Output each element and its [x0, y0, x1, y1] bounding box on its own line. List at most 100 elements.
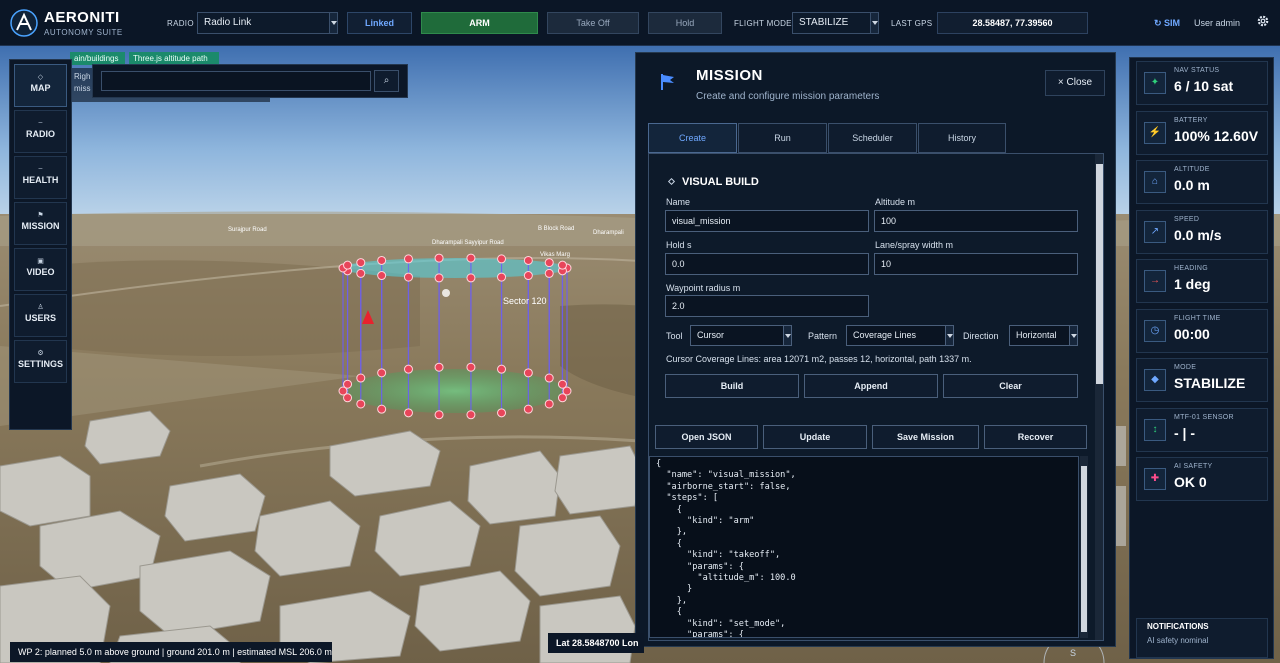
waypoint-marker[interactable] [466, 273, 476, 283]
arm-button[interactable]: ARM [421, 12, 538, 34]
waypoint-marker[interactable] [377, 255, 387, 265]
sim-toggle[interactable]: ↻ SIM [1154, 18, 1180, 29]
direction-select[interactable]: Horizontal [1009, 325, 1078, 346]
waypoint-marker[interactable] [544, 399, 554, 409]
waypoint-marker[interactable] [523, 404, 533, 414]
form-scrollbar-thumb[interactable] [1096, 164, 1103, 384]
linked-button[interactable]: Linked [347, 12, 412, 34]
speed-card: ↗ SPEED 0.0 m/s [1136, 210, 1268, 254]
waypoint-marker[interactable] [557, 260, 567, 270]
waypoint-marker[interactable] [497, 254, 507, 264]
waypoint-radius-field[interactable]: 2.0 [665, 295, 869, 317]
sidebar-item-mission[interactable]: ⚑ MISSION [14, 202, 67, 245]
waypoint-marker[interactable] [356, 399, 366, 409]
update-button[interactable]: Update [763, 425, 867, 449]
waypoint-marker[interactable] [466, 410, 476, 420]
close-button[interactable]: × Close [1045, 70, 1105, 96]
tab-run[interactable]: Run [738, 123, 827, 153]
hold-field[interactable]: 0.0 [665, 253, 869, 275]
append-button[interactable]: Append [804, 374, 938, 398]
direction-label: Direction [963, 331, 999, 341]
svg-text:S: S [1070, 648, 1076, 658]
lane-width-label: Lane/spray width m [875, 240, 954, 250]
altitude-field[interactable]: 100 [874, 210, 1078, 232]
sector-label: Sector 120 [503, 296, 547, 306]
sidebar-item-radio[interactable]: – RADIO [14, 110, 67, 153]
card-label: MODE [1174, 364, 1197, 371]
recover-button[interactable]: Recover [984, 425, 1087, 449]
save-mission-button[interactable]: Save Mission [872, 425, 979, 449]
open-json-button[interactable]: Open JSON [655, 425, 758, 449]
waypoint-marker[interactable] [544, 373, 554, 383]
search-icon: ⌕ [383, 75, 390, 86]
waypoint-marker[interactable] [497, 364, 507, 374]
waypoint-marker[interactable] [557, 393, 567, 403]
waypoint-marker[interactable] [497, 408, 507, 418]
tab-scheduler[interactable]: Scheduler [828, 123, 917, 153]
waypoint-marker[interactable] [434, 362, 444, 372]
waypoint-marker[interactable] [523, 271, 533, 281]
user-icon: ♙ [37, 304, 44, 311]
waypoint-marker[interactable] [403, 254, 413, 264]
waypoint-marker[interactable] [523, 368, 533, 378]
waypoint-marker[interactable] [544, 258, 554, 268]
card-label: FLIGHT TIME [1174, 315, 1221, 322]
waypoint-marker[interactable] [343, 379, 353, 389]
sidebar-item-label: SETTINGS [17, 359, 63, 369]
waypoint-marker[interactable] [377, 404, 387, 414]
gear-icon[interactable] [1256, 14, 1270, 28]
takeoff-button[interactable]: Take Off [547, 12, 639, 34]
waypoint-radius-label: Waypoint radius m [666, 283, 741, 293]
place-label: Dharampali Sayyipur Road [432, 240, 504, 246]
waypoint-marker[interactable] [343, 260, 353, 270]
waypoint-marker[interactable] [466, 362, 476, 372]
sidebar-item-map[interactable]: ◇ MAP [14, 64, 67, 107]
pattern-select[interactable]: Coverage Lines [846, 325, 954, 346]
sidebar-item-label: HEALTH [22, 175, 59, 185]
tool-select[interactable]: Cursor [690, 325, 792, 346]
clear-button[interactable]: Clear [943, 374, 1078, 398]
sidebar-item-label: VIDEO [26, 267, 55, 277]
waypoint-marker[interactable] [403, 364, 413, 374]
hold-button[interactable]: Hold [648, 12, 722, 34]
radio-select[interactable]: Radio Link [197, 12, 338, 34]
lane-width-field[interactable]: 10 [874, 253, 1078, 275]
waypoint-marker[interactable] [544, 268, 554, 278]
waypoint-marker[interactable] [434, 410, 444, 420]
json-scrollbar-thumb[interactable] [1081, 466, 1087, 632]
waypoint-marker[interactable] [434, 253, 444, 263]
search-input[interactable] [101, 71, 371, 91]
heading-icon: → [1144, 270, 1166, 292]
flight-mode-select[interactable]: STABILIZE [792, 12, 879, 34]
tab-create[interactable]: Create [648, 123, 737, 153]
speed-icon: ↗ [1144, 221, 1166, 243]
waypoint-marker[interactable] [377, 271, 387, 281]
waypoint-marker[interactable] [434, 273, 444, 283]
chevron-down-icon [329, 13, 337, 33]
waypoint-marker[interactable] [403, 408, 413, 418]
card-label: SPEED [1174, 216, 1200, 223]
waypoint-marker[interactable] [377, 368, 387, 378]
sidebar-item-settings[interactable]: ⚙ SETTINGS [14, 340, 67, 383]
sidebar-item-health[interactable]: – HEALTH [14, 156, 67, 199]
waypoint-marker[interactable] [356, 268, 366, 278]
mission-subtitle: Create and configure mission parameters [696, 91, 880, 102]
name-field[interactable]: visual_mission [665, 210, 869, 232]
card-value: 00:00 [1174, 326, 1210, 342]
waypoint-marker[interactable] [356, 373, 366, 383]
ai-safety-icon: ✚ [1144, 468, 1166, 490]
sidebar-item-users[interactable]: ♙ USERS [14, 294, 67, 337]
waypoint-marker[interactable] [557, 379, 567, 389]
mission-json-editor[interactable]: { "name": "visual_mission", "airborne_st… [649, 456, 1079, 638]
tab-history[interactable]: History [918, 123, 1006, 153]
waypoint-marker[interactable] [356, 258, 366, 268]
waypoint-marker[interactable] [523, 255, 533, 265]
waypoint-marker[interactable] [403, 272, 413, 282]
build-button[interactable]: Build [665, 374, 799, 398]
waypoint-marker[interactable] [497, 272, 507, 282]
search-button[interactable]: ⌕ [374, 70, 399, 92]
sidebar-item-video[interactable]: ▣ VIDEO [14, 248, 67, 291]
sidebar-item-label: MISSION [21, 221, 60, 231]
waypoint-marker[interactable] [466, 253, 476, 263]
user-menu[interactable]: User admin [1194, 18, 1240, 28]
